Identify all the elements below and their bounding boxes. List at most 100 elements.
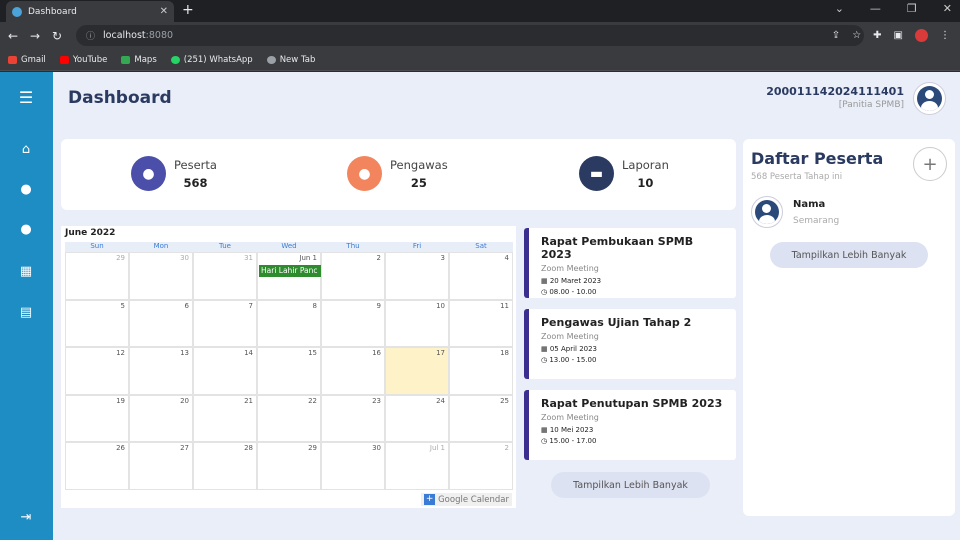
bookmark-youtube[interactable]: YouTube [59,55,107,65]
calendar-day-cell[interactable]: 3 [385,252,449,300]
address-bar-row: ← → ↻ ⓘ localhost:8080 ⇪ ☆ ✚ ▣ ⋮ [0,22,960,49]
calendar-day-cell[interactable]: 12 [65,347,129,395]
bookmark-maps[interactable]: Maps [121,55,157,65]
restore-button[interactable]: ❐ [907,2,917,15]
calendar-day-cell[interactable]: 31 [193,252,257,300]
calendar-day-cell[interactable]: 13 [129,347,193,395]
calendar-day-cell[interactable]: Jul 1 [385,442,449,490]
agenda-title: Pengawas Ujian Tahap 2 [541,316,692,329]
agenda-subtitle: Zoom Meeting [541,413,599,422]
calendar-day-cell[interactable]: 15 [257,347,321,395]
hamburger-menu-icon[interactable]: ☰ [16,88,36,107]
page-title: Dashboard [68,88,172,108]
calendar-day-cell[interactable]: 26 [65,442,129,490]
calendar-day-cell[interactable]: 8 [257,299,321,348]
bookmark-whatsapp[interactable]: (251) WhatsApp [170,55,253,65]
whatsapp-icon [170,55,180,64]
calendar-day-cell[interactable]: 10 [385,299,449,348]
calendar-day-cell[interactable]: 30 [129,252,193,300]
calendar-day-cell[interactable]: 17 [385,347,449,395]
sidebar: ☰ ⌂ ● ● ▦ ▤ ⇥ [0,72,53,540]
share-icon[interactable]: ⇪ [832,30,840,41]
peserta-user-icon: ● [131,156,166,191]
calendar-day-cell[interactable]: 27 [129,442,193,490]
calendar-day-cell[interactable]: 16 [321,347,385,395]
calendar-day-cell[interactable]: 29 [65,252,129,300]
user-avatar-icon [755,200,779,224]
calendar-day-cell[interactable]: 2 [449,442,513,490]
calendar-weekday-header: Sun Mon Tue Wed Thu Fri Sat [65,242,513,252]
calendar-day-cell[interactable]: 29 [257,442,321,490]
calendar-day-cell[interactable]: 19 [65,394,129,443]
extensions-icon[interactable]: ✚ [873,30,881,41]
agenda-title: Rapat Penutupan SPMB 2023 [541,397,723,410]
google-calendar-label: Google Calendar [438,494,509,505]
peserta-city: Semarang [793,216,840,226]
add-peserta-button[interactable]: + [913,147,947,181]
url-port: :8080 [145,30,174,41]
peserta-show-more-button[interactable]: Tampilkan Lebih Banyak [770,242,928,268]
calendar-day-cell[interactable]: 9 [321,299,385,348]
calendar-day-cell[interactable]: 22 [257,394,321,443]
close-window-button[interactable]: ✕ [943,2,952,15]
agenda-date: ▦ 20 Maret 2023 [541,277,602,285]
bookmark-new-tab[interactable]: New Tab [266,55,315,65]
calendar-day-cell[interactable]: 30 [321,442,385,490]
minimize-button[interactable]: — [870,2,881,15]
calendar-day-cell[interactable]: 28 [193,442,257,490]
agenda-card[interactable]: Pengawas Ujian Tahap 2 Zoom Meeting ▦ 05… [524,309,736,379]
calendar-icon: ▦ [541,277,550,285]
user-icon-2[interactable]: ● [16,222,36,240]
calendar-day-cell[interactable]: 18 [449,347,513,395]
plus-icon: + [424,494,436,505]
calendar-day-cell[interactable]: 5 [65,299,129,348]
bookmark-gmail[interactable]: Gmail [8,55,46,65]
reload-button[interactable]: ↻ [46,29,68,43]
calendar-day-cell[interactable]: 25 [449,394,513,443]
side-panel-icon[interactable]: ▣ [894,30,903,41]
calendar-day-cell[interactable]: 7 [193,299,257,348]
browser-tab-dashboard[interactable]: Dashboard ✕ [6,1,174,22]
calendar-day-cell[interactable]: 4 [449,252,513,300]
calendar-day-cell[interactable]: 23 [321,394,385,443]
menu-icon[interactable]: ⋮ [940,30,950,41]
calendar-day-cell[interactable]: 14 [193,347,257,395]
info-icon[interactable]: ⓘ [86,29,95,42]
stat-value: 568 [183,175,208,190]
google-calendar-embed[interactable]: June 2022 Sun Mon Tue Wed Thu Fri Sat 29… [61,226,516,508]
profile-avatar-icon[interactable] [915,29,928,42]
document-icon[interactable]: ▤ [16,305,36,323]
bookmark-star-icon[interactable]: ☆ [852,30,861,41]
calendar-icon[interactable]: ▦ [16,264,36,282]
back-button[interactable]: ← [2,29,24,43]
agenda-show-more-button[interactable]: Tampilkan Lebih Banyak [551,472,710,498]
avatar[interactable] [913,82,946,115]
calendar-event[interactable]: Hari Lahir Panc [259,265,321,277]
calendar-day-cell[interactable]: 20 [129,394,193,443]
calendar-day-cell[interactable]: 24 [385,394,449,443]
chevron-down-icon[interactable]: ⌄ [835,2,844,15]
agenda-card[interactable]: Rapat Pembukaan SPMB 2023 Zoom Meeting ▦… [524,228,736,298]
panel-subtitle: 568 Peserta Tahap ini [751,172,843,182]
agenda-date: ▦ 10 Mei 2023 [541,426,594,434]
calendar-day-cell[interactable]: 2 [321,252,385,300]
user-avatar-icon [917,86,942,111]
calendar-day-cell[interactable]: 6 [129,299,193,348]
logout-icon[interactable]: ⇥ [16,510,36,528]
google-calendar-link[interactable]: + Google Calendar [421,493,512,506]
bookmarks-bar: Gmail YouTube Maps (251) WhatsApp New Ta… [0,49,960,71]
window-controls: ⌄ — ❐ ✕ [835,2,952,15]
youtube-icon [59,55,69,64]
home-icon[interactable]: ⌂ [16,142,36,160]
new-tab-button[interactable]: + [182,2,194,18]
user-icon[interactable]: ● [16,182,36,200]
calendar-day-cell[interactable]: 11 [449,299,513,348]
weekday-label: Fri [385,242,449,252]
agenda-card[interactable]: Rapat Penutupan SPMB 2023 Zoom Meeting ▦… [524,390,736,460]
peserta-name: Nama [793,199,826,210]
panel-title: Daftar Peserta [751,149,884,168]
close-tab-icon[interactable]: ✕ [160,6,168,17]
url-input[interactable]: ⓘ localhost:8080 [76,25,864,46]
calendar-day-cell[interactable]: 21 [193,394,257,443]
forward-button[interactable]: → [24,29,46,43]
